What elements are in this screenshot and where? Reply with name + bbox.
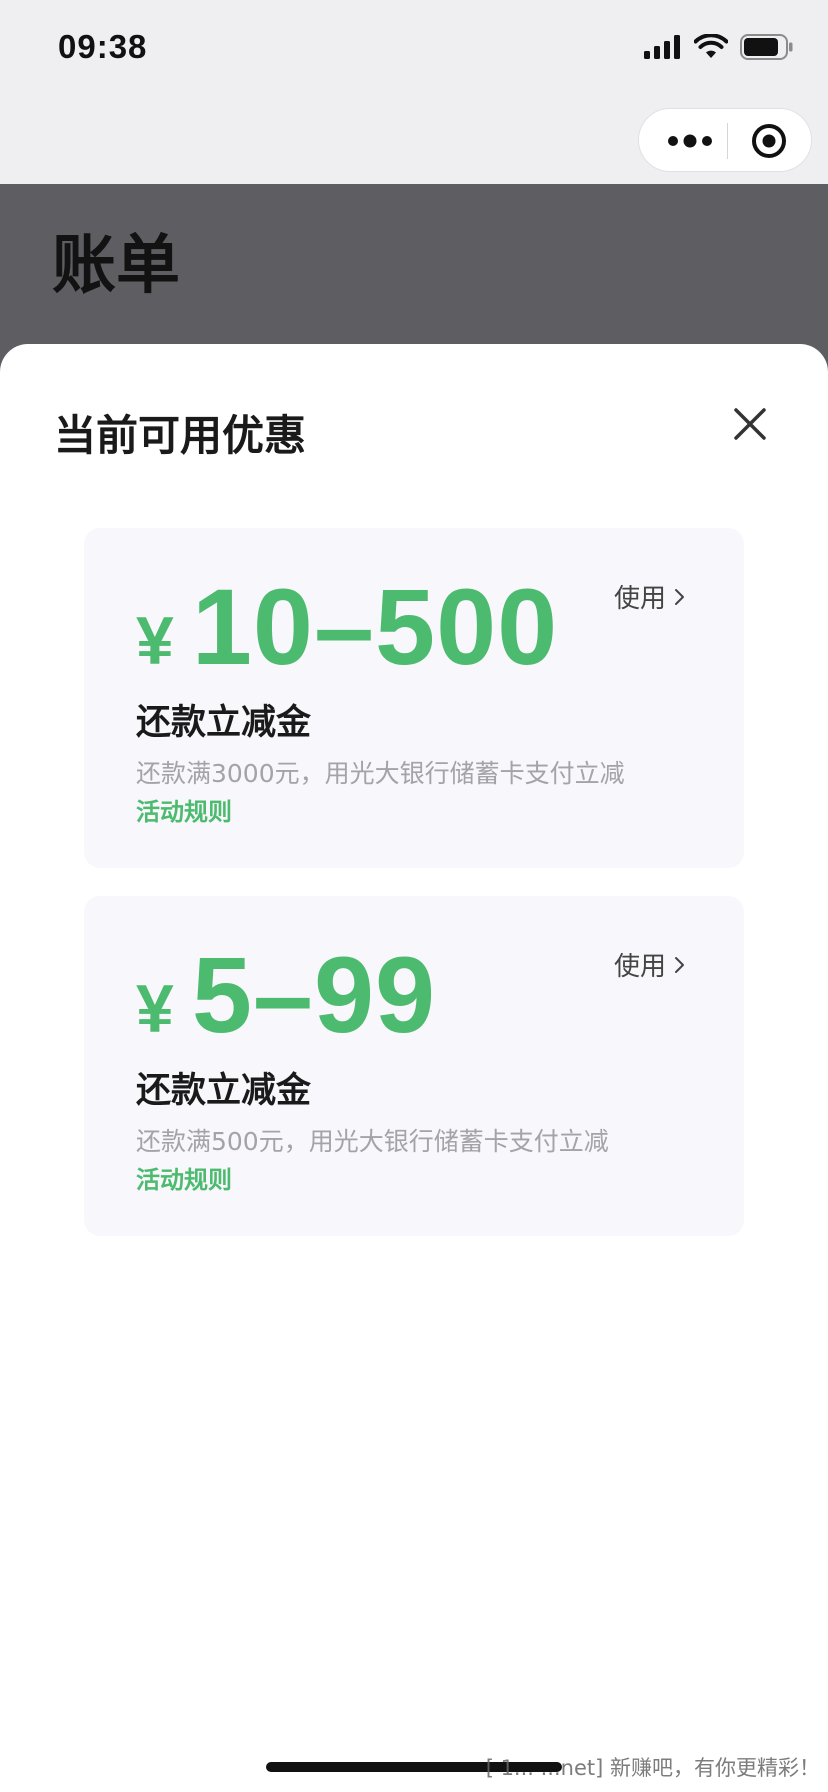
battery-icon: [740, 34, 793, 60]
use-coupon-button[interactable]: 使用: [614, 578, 688, 615]
capsule-divider: [727, 123, 728, 159]
use-coupon-label: 使用: [613, 952, 666, 982]
wifi-icon: [694, 34, 728, 58]
close-icon[interactable]: [722, 396, 778, 452]
use-coupon-button[interactable]: 使用: [614, 946, 688, 983]
status-icons: [644, 34, 794, 60]
page-title: 账单: [52, 229, 180, 303]
target-icon[interactable]: [751, 123, 787, 159]
coupon-card: ¥ 10–500 使用 还款立减金 还款满3000元，用光大银行储蓄卡支付立减 …: [84, 528, 744, 868]
miniprogram-capsule: [638, 108, 812, 172]
coupon-currency: ¥: [136, 971, 174, 1047]
sheet-title: 当前可用优惠: [54, 411, 307, 460]
activity-rules-link[interactable]: 活动规则: [136, 792, 232, 827]
coupon-description: 还款满3000元，用光大银行储蓄卡支付立减: [136, 759, 625, 788]
chevron-right-icon: [675, 588, 684, 605]
status-time: 09:38: [58, 28, 148, 65]
coupon-currency: ¥: [136, 603, 174, 679]
coupon-description: 还款满500元，用光大银行储蓄卡支付立减: [136, 1127, 609, 1156]
more-dots-icon[interactable]: [665, 131, 715, 151]
chevron-right-icon: [675, 956, 684, 973]
coupon-value: 10–500: [191, 566, 559, 687]
coupon-card: ¥ 5–99 使用 还款立减金 还款满500元，用光大银行储蓄卡支付立减 活动规…: [84, 896, 744, 1236]
use-coupon-label: 使用: [613, 584, 666, 614]
watermark-text: [ 1... ...net] 新赚吧，有你更精彩！: [485, 1756, 820, 1780]
signal-icon: [644, 35, 680, 59]
activity-rules-link[interactable]: 活动规则: [136, 1160, 232, 1195]
top-bar: 09:38: [0, 0, 828, 184]
offers-sheet: 当前可用优惠 ¥ 10–500 使用 还款立减金 还款满3000元，用光大银行储…: [0, 344, 828, 1792]
coupon-name: 还款立减金: [136, 703, 312, 743]
coupon-name: 还款立减金: [136, 1071, 312, 1111]
coupon-amount: ¥ 5–99: [136, 932, 436, 1057]
coupon-value: 5–99: [191, 934, 437, 1055]
coupon-amount: ¥ 10–500: [136, 564, 558, 689]
